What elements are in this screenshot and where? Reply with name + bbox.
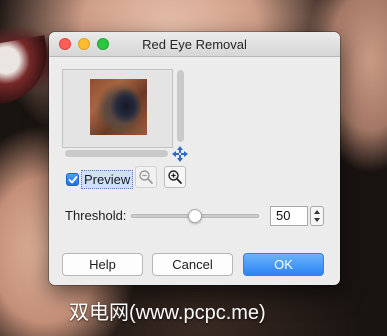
watermark-text: 双电网(www.pcpc.me) (69, 302, 266, 324)
cancel-button[interactable]: Cancel (152, 253, 233, 276)
checkmark-icon (68, 176, 78, 184)
preview-vertical-scrollbar[interactable] (177, 70, 184, 142)
ok-button[interactable]: OK (243, 253, 324, 276)
preview-horizontal-scrollbar[interactable] (65, 150, 168, 157)
move-arrows-icon[interactable] (172, 146, 188, 162)
threshold-slider-knob[interactable] (188, 209, 202, 223)
threshold-label: Threshold: (65, 208, 127, 223)
eye-preview-image (90, 79, 147, 135)
red-eye-removal-dialog: Red Eye Removal Preview Threshold: 50 He… (49, 32, 340, 285)
stepper-up-arrow-icon[interactable] (314, 210, 320, 214)
preview-label[interactable]: Preview (81, 170, 134, 189)
threshold-value-field[interactable]: 50 (270, 206, 308, 226)
threshold-stepper[interactable] (310, 206, 324, 226)
window-title: Red Eye Removal (142, 37, 247, 52)
zoom-in-icon (168, 170, 182, 184)
preview-checkbox[interactable] (66, 173, 79, 186)
preview-thumbnail[interactable] (62, 69, 173, 148)
help-button[interactable]: Help (62, 253, 143, 276)
zoom-out-button[interactable] (135, 166, 157, 188)
stepper-down-arrow-icon[interactable] (314, 218, 320, 222)
title-bar: Red Eye Removal (49, 32, 340, 57)
zoom-out-icon (139, 170, 153, 184)
zoom-in-button[interactable] (164, 166, 186, 188)
